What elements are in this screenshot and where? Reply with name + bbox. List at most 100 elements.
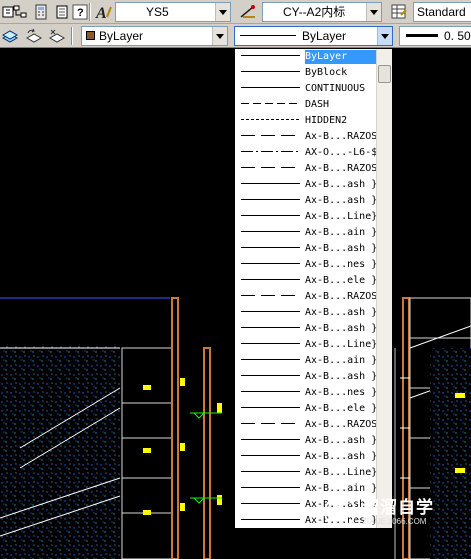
linetype-sample <box>241 519 300 520</box>
linetype-option[interactable]: Ax-B...ash } <box>235 177 378 193</box>
linetype-option-label: Ax-B...ash } <box>305 323 378 334</box>
linetype-option-label: Ax-B...ain } <box>305 227 378 238</box>
network-icon[interactable] <box>10 2 30 22</box>
styles-toolbar: ? A YS5 CY--A2内标 Standard <box>0 0 471 24</box>
linetype-sample <box>241 487 300 488</box>
toolbar-separator <box>71 27 73 45</box>
linetype-option-label: Ax-B...ain } <box>305 355 378 366</box>
table-style-select[interactable]: Standard <box>413 2 471 22</box>
linetype-option-label: DASH <box>305 99 330 110</box>
linetype-option[interactable]: ByBlock <box>235 65 378 81</box>
watermark-text: 溜溜自学 <box>362 497 434 517</box>
linetype-sample <box>241 151 300 152</box>
linetype-option[interactable]: Ax-B...ash } <box>235 433 378 449</box>
linetype-option[interactable]: Ax-B...RAZOS <box>235 129 378 145</box>
linetype-sample <box>241 311 300 312</box>
dropdown-scrollbar[interactable] <box>376 49 392 528</box>
linetype-option[interactable]: Ax-B...ash } <box>235 449 378 465</box>
layer-match-icon[interactable] <box>46 26 66 46</box>
watermark: 溜溜自学 ZIXUE.3066.COM <box>324 494 469 530</box>
linetype-option[interactable]: ByLayer <box>235 49 378 65</box>
linetype-sample <box>241 455 300 456</box>
linetype-option[interactable]: Ax-B...ele } <box>235 401 378 417</box>
linetype-sample <box>241 167 300 168</box>
linetype-option[interactable]: Ax-B...Line} <box>235 209 378 225</box>
linetype-option[interactable]: Ax-B...ain } <box>235 353 378 369</box>
linetype-option-label: Ax-B...ash } <box>305 435 378 446</box>
linetype-option-label: Ax-B...nes } <box>305 387 378 398</box>
linetype-option[interactable]: Ax-B...nes } <box>235 385 378 401</box>
linetype-option[interactable]: Ax-B...ash } <box>235 241 378 257</box>
lineweight-value: 0. 50 <box>444 29 471 43</box>
linetype-option[interactable]: Ax-B...RAZOS <box>235 161 378 177</box>
linetype-option[interactable]: Ax-B...nes } <box>235 257 378 273</box>
linetype-option-label: Ax-B...ash } <box>305 451 378 462</box>
chevron-down-icon[interactable] <box>366 3 381 21</box>
linetype-option[interactable]: HIDDEN2 <box>235 113 378 129</box>
text-style-select[interactable]: YS5 <box>115 2 231 22</box>
linetype-option-label: Ax-B...ash } <box>305 307 378 318</box>
lineweight-select[interactable]: 0. 50 <box>399 26 471 46</box>
linetype-option-label: Ax-B...RAZOS <box>305 131 378 142</box>
linetype-list: ByLayer ByBlock CONTINUOUS DASH HIDDEN2 Ax-B.… <box>235 49 378 528</box>
linetype-option-label: Ax-B...Line} <box>305 339 378 350</box>
linetype-sample <box>241 183 300 184</box>
linetype-sample <box>241 215 300 216</box>
table-style-value: Standard <box>417 5 466 19</box>
linetype-option-label: AX-O...-L6-$ <box>305 147 378 158</box>
linetype-option[interactable]: Ax-B...ash } <box>235 369 378 385</box>
linetype-sample <box>241 279 300 280</box>
linetype-sample <box>241 375 300 376</box>
layer-previous-icon[interactable] <box>23 26 43 46</box>
linetype-sample <box>241 231 300 232</box>
linetype-option[interactable]: Ax-B...RAZOS <box>235 417 378 433</box>
linetype-option-label: Ax-B...RAZOS <box>305 291 378 302</box>
linetype-option[interactable]: CONTINUOUS <box>235 81 378 97</box>
linetype-option[interactable]: DASH <box>235 97 378 113</box>
linetype-option[interactable]: Ax-B...ash } <box>235 305 378 321</box>
dim-style-value: CY--A2内标 <box>283 5 346 19</box>
linetype-option-label: Ax-B...ele } <box>305 275 378 286</box>
linetype-sample <box>241 295 300 296</box>
linetype-sample <box>241 407 300 408</box>
chevron-down-icon[interactable] <box>377 27 392 45</box>
linetype-option[interactable]: Ax-B...ele } <box>235 273 378 289</box>
linetype-option[interactable]: Ax-B...Line} <box>235 337 378 353</box>
linetype-option-label: Ax-B...ash } <box>305 371 378 382</box>
text-style-icon[interactable]: A <box>94 2 114 22</box>
linetype-sample <box>241 471 300 472</box>
linetype-option-label: Ax-B...Line} <box>305 467 378 478</box>
linetype-sample <box>241 439 300 440</box>
linetype-dropdown[interactable]: ByLayer ByBlock CONTINUOUS DASH HIDDEN2 Ax-B.… <box>234 48 393 529</box>
layers-icon[interactable] <box>0 26 20 46</box>
linetype-option[interactable]: AX-O...-L6-$ <box>235 145 378 161</box>
linetype-option[interactable]: Ax-B...RAZOS <box>235 289 378 305</box>
linetype-option[interactable]: Ax-B...Line} <box>235 465 378 481</box>
color-select[interactable]: ByLayer <box>81 26 228 46</box>
linetype-sample <box>241 503 300 504</box>
tool-palette-icon[interactable] <box>52 2 72 22</box>
linetype-option-label: HIDDEN2 <box>305 115 348 126</box>
linetype-option-label: Ax-B...nes } <box>305 259 378 270</box>
table-style-icon[interactable] <box>389 2 409 22</box>
linetype-option[interactable]: Ax-B...ash } <box>235 193 378 209</box>
linetype-sample <box>241 391 300 392</box>
linetype-sample <box>241 247 300 248</box>
linetype-option-label: Ax-B...ash } <box>305 243 378 254</box>
watermark-url: ZIXUE.3066.COM <box>362 516 427 526</box>
linetype-option[interactable]: Ax-B...ash } <box>235 321 378 337</box>
chevron-down-icon[interactable] <box>212 27 227 45</box>
color-swatch <box>86 31 95 40</box>
linetype-option-label: Ax-B...ash } <box>305 179 378 190</box>
lineweight-preview <box>406 34 438 37</box>
dim-style-icon[interactable] <box>238 2 258 22</box>
svg-text:?: ? <box>77 7 84 19</box>
calculator-icon[interactable] <box>31 2 51 22</box>
linetype-sample <box>241 199 300 200</box>
scrollbar-thumb[interactable] <box>378 65 391 83</box>
chevron-down-icon[interactable] <box>215 3 230 21</box>
dim-style-select[interactable]: CY--A2内标 <box>262 2 382 22</box>
linetype-select[interactable]: ByLayer <box>234 26 393 46</box>
help-icon[interactable]: ? <box>70 2 90 22</box>
linetype-option[interactable]: Ax-B...ain } <box>235 225 378 241</box>
